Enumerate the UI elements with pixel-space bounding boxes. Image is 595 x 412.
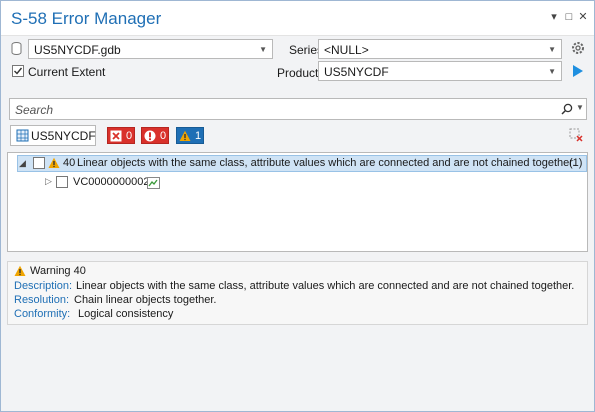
search-icon[interactable] [561, 103, 573, 118]
chevron-down-icon: ▼ [548, 45, 556, 54]
chevron-down-icon: ▼ [259, 45, 267, 54]
tree-item-row[interactable]: ▷ VC0000000002 [42, 174, 242, 191]
play-icon[interactable] [572, 64, 584, 81]
conformity-label: Conformity: [14, 308, 71, 320]
maximize-button[interactable]: □ [562, 10, 576, 24]
group-description: Linear objects with the same class, attr… [77, 157, 576, 169]
pane-content: US5NYCDF.gdb ▼ Series <NULL> ▼ Current E… [1, 36, 594, 411]
group-count: (1) [569, 157, 583, 169]
tab-us5nycdf[interactable]: US5NYCDF [10, 125, 96, 146]
error-icon [110, 130, 122, 142]
warning-icon [179, 130, 191, 142]
series-dropdown[interactable]: <NULL> ▼ [318, 39, 562, 59]
clear-selection-icon[interactable] [569, 128, 583, 145]
group-checkbox[interactable] [33, 157, 45, 169]
item-id: VC0000000002 [73, 176, 150, 188]
pane-title: S-58 Error Manager [11, 9, 162, 28]
tree-group-row[interactable]: ◢ 40 Linear objects with the same class,… [17, 155, 587, 172]
warnings-filter-button[interactable]: 1 [176, 127, 204, 144]
collapse-arrow-icon[interactable]: ◢ [19, 158, 26, 169]
product-value: US5NYCDF [324, 65, 389, 79]
series-value: <NULL> [324, 43, 369, 57]
warning-icon [48, 157, 60, 172]
group-code: 40 [63, 157, 76, 169]
search-input[interactable]: Search ▼ [9, 98, 587, 120]
tab-label: US5NYCDF [31, 129, 96, 143]
error-manager-pane: S-58 Error Manager ▾ □ ✕ US5NYCDF.gdb ▼ … [0, 0, 595, 412]
errors-count: 0 [126, 130, 133, 142]
gear-icon[interactable] [570, 40, 586, 59]
chevron-down-icon: ▼ [548, 67, 556, 76]
zoom-to-feature-icon[interactable] [147, 177, 160, 192]
description-value: Linear objects with the same class, attr… [76, 280, 575, 292]
pane-options-button[interactable]: ▾ [547, 10, 561, 24]
description-label: Description: [14, 280, 73, 292]
errors-filter-button[interactable]: 0 [107, 127, 135, 144]
conformity-value: Logical consistency [78, 308, 174, 320]
product-label: Product [277, 66, 319, 80]
error-tree: ◢ 40 Linear objects with the same class,… [7, 152, 588, 252]
chart-cell-icon [16, 129, 29, 145]
product-dropdown[interactable]: US5NYCDF ▼ [318, 61, 562, 81]
resolution-value: Chain linear objects together. [74, 294, 217, 306]
details-header: Warning 40 [30, 265, 86, 277]
close-button[interactable]: ✕ [576, 10, 590, 24]
warning-icon [14, 265, 26, 280]
resolution-label: Resolution: [14, 294, 70, 306]
expand-arrow-icon[interactable]: ▷ [45, 176, 52, 187]
current-extent-checkbox[interactable] [12, 65, 24, 77]
critical-icon [144, 130, 156, 142]
database-icon [11, 42, 22, 58]
details-panel: Warning 40 Description: Linear objects w… [7, 261, 588, 325]
search-placeholder: Search [15, 103, 54, 117]
critical-filter-button[interactable]: 0 [141, 127, 169, 144]
checkmark-icon [14, 67, 23, 75]
critical-count: 0 [160, 130, 167, 142]
warnings-count: 1 [195, 130, 202, 142]
item-checkbox[interactable] [56, 176, 68, 188]
current-extent-label: Current Extent [28, 65, 106, 79]
database-dropdown[interactable]: US5NYCDF.gdb ▼ [28, 39, 273, 59]
database-value: US5NYCDF.gdb [34, 43, 121, 57]
title-bar: S-58 Error Manager ▾ □ ✕ [1, 1, 594, 36]
search-options-icon[interactable]: ▼ [576, 103, 584, 112]
